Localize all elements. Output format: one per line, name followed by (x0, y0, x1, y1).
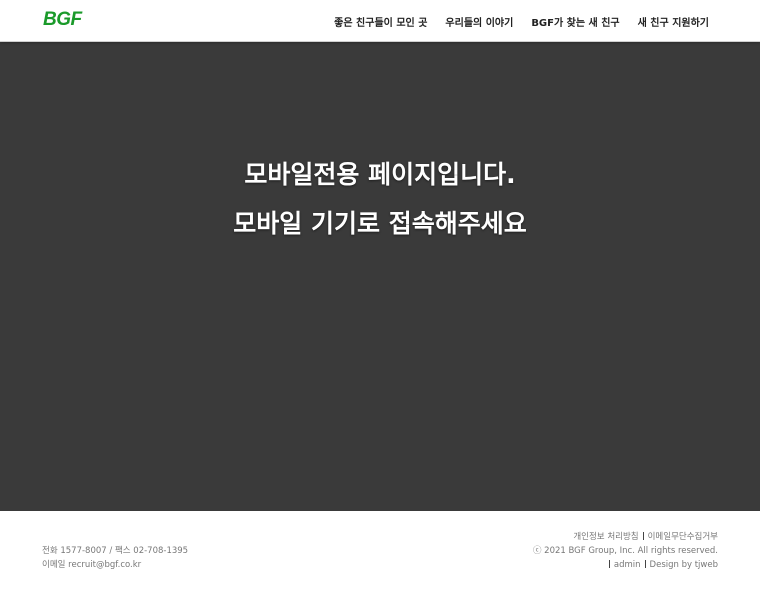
footer-phone-fax: 전화 1577-8007 / 팩스 02-708-1395 (42, 546, 189, 556)
nav-item-stories[interactable]: 우리들의 이야기 (445, 14, 513, 29)
nav-item-about[interactable]: 좋은 친구들이 모인 곳 (334, 14, 427, 29)
nav-item-talent[interactable]: BGF가 찾는 새 친구 (531, 14, 619, 29)
nav-item-apply[interactable]: 새 친구 지원하기 (638, 14, 709, 29)
divider (608, 560, 610, 568)
design-credit-link[interactable]: Design by tjweb (650, 560, 718, 570)
notice-line-2: 모바일 기기로 접속해주세요 (233, 209, 527, 238)
bgf-logo[interactable]: BGF (43, 9, 82, 31)
privacy-policy-link[interactable]: 개인정보 처리방침 (573, 532, 638, 542)
footer-admin-row: admin Design by tjweb (533, 558, 718, 572)
footer-email: 이메일 recruit@bgf.co.kr (42, 560, 142, 570)
copyright: ⓒ 2021 BGF Group, Inc. All rights reserv… (532, 546, 718, 556)
divider (644, 560, 646, 568)
footer-contact: 전화 1577-8007 / 팩스 02-708-1395 이메일 recrui… (42, 544, 188, 572)
site-header: BGF 좋은 친구들이 모인 곳 우리들의 이야기 BGF가 찾는 새 친구 새… (0, 0, 760, 42)
divider (642, 532, 644, 540)
footer-policy-row: 개인정보 처리방침 이메일무단수집거부 (533, 530, 718, 544)
admin-link[interactable]: admin (614, 560, 641, 570)
site-footer: 전화 1577-8007 / 팩스 02-708-1395 이메일 recrui… (0, 511, 760, 600)
main-nav: 좋은 친구들이 모인 곳 우리들의 이야기 BGF가 찾는 새 친구 새 친구 … (316, 0, 709, 42)
mobile-only-notice: 모바일전용 페이지입니다. 모바일 기기로 접속해주세요 (0, 42, 760, 511)
email-policy-link[interactable]: 이메일무단수집거부 (648, 532, 718, 542)
notice-line-1: 모바일전용 페이지입니다. (244, 160, 516, 189)
footer-links: 개인정보 처리방침 이메일무단수집거부 ⓒ 2021 BGF Group, Inc… (533, 530, 718, 572)
